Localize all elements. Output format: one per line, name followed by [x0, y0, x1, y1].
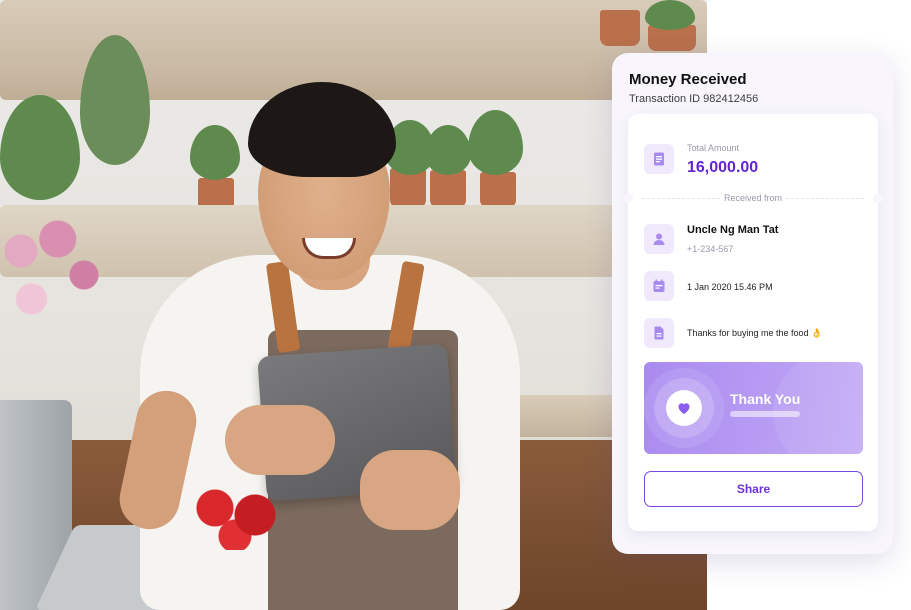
sender-phone: +1-234-567	[687, 244, 734, 254]
plant-leaves	[425, 125, 471, 175]
plant-pot	[480, 172, 516, 208]
transaction-id: Transaction ID 982412456	[629, 93, 759, 105]
background-photo	[0, 0, 707, 610]
user-icon	[644, 224, 674, 254]
transaction-date: 1 Jan 2020 15.46 PM	[687, 282, 773, 292]
pink-flowers	[0, 215, 105, 335]
money-received-card: Money Received Transaction ID 982412456 …	[612, 53, 893, 554]
plant-pot	[600, 10, 640, 46]
received-from-divider: Received from	[623, 193, 883, 203]
document-icon	[644, 318, 674, 348]
red-roses	[185, 480, 285, 550]
calendar-icon	[644, 271, 674, 301]
plant-leaves	[190, 125, 240, 180]
person-hand	[360, 450, 460, 530]
receipt-icon	[644, 144, 674, 174]
plant-leaves	[0, 95, 80, 200]
transaction-note: Thanks for buying me the food 👌	[687, 328, 823, 338]
receipt-panel: Total Amount 16,000.00 Received from Unc…	[623, 114, 883, 531]
plant-pot	[430, 170, 466, 208]
ticket-notch	[873, 193, 883, 203]
share-button[interactable]: Share	[644, 471, 863, 507]
heart-icon	[666, 390, 702, 426]
thank-you-banner: Thank You	[644, 362, 863, 454]
thank-you-text: Thank You	[730, 391, 801, 407]
plant-leaves	[645, 0, 695, 30]
card-title: Money Received	[629, 71, 747, 88]
total-amount-label: Total Amount	[687, 143, 740, 153]
plant-leaves	[468, 110, 523, 175]
sender-name: Uncle Ng Man Tat	[687, 224, 779, 236]
banner-decoration	[773, 362, 863, 454]
person-hand	[225, 405, 335, 475]
dashed-line	[786, 198, 864, 199]
banner-placeholder-bar	[730, 411, 800, 417]
total-amount-value: 16,000.00	[687, 159, 759, 176]
